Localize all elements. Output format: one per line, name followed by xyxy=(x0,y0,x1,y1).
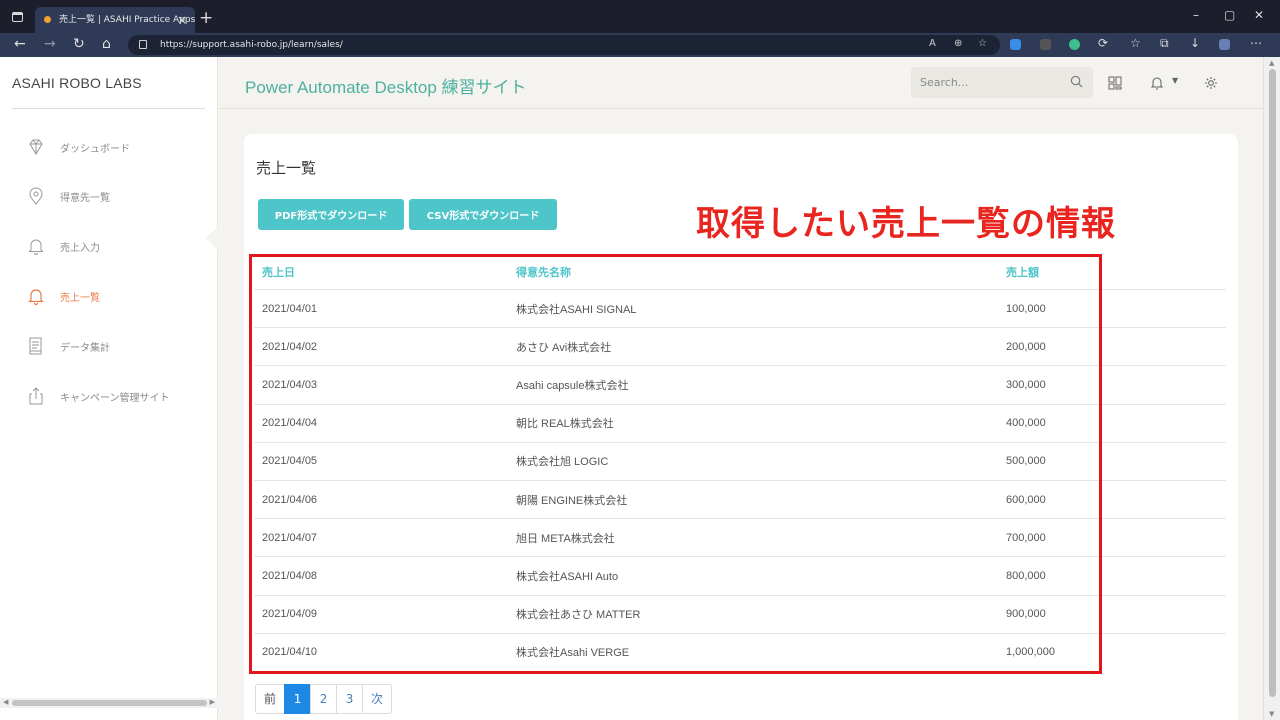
prev-page-button[interactable]: 前 xyxy=(255,684,286,714)
favorite-star-icon[interactable]: ☆ xyxy=(978,38,987,49)
address-bar: ← → ↻ ⌂ https://support.asahi-robo.jp/le… xyxy=(0,33,1280,57)
browser-tab[interactable]: 売上一覧 | ASAHI Practice Apps × xyxy=(35,7,195,33)
sidebar: ASAHI ROBO LABS ダッシュボード 得意先一覧 売上入力 売上一覧 … xyxy=(0,57,218,720)
extension-icon[interactable] xyxy=(1069,39,1080,50)
active-indicator xyxy=(206,225,219,251)
page-button[interactable]: 1 xyxy=(284,684,312,714)
scrollbar-thumb[interactable] xyxy=(12,700,207,706)
window-menu-icon[interactable] xyxy=(12,12,23,22)
refresh-icon[interactable]: ↻ xyxy=(73,36,85,52)
top-header: Power Automate Desktop 練習サイト ▼ xyxy=(219,57,1263,109)
favorites-icon[interactable]: ☆ xyxy=(1130,36,1141,50)
location-pin-icon xyxy=(29,187,43,205)
sidebar-item-label: データ集計 xyxy=(60,343,110,354)
close-window-button[interactable]: ✕ xyxy=(1254,8,1264,22)
annotation-text: 取得したい売上一覧の情報 xyxy=(696,204,1116,244)
scroll-up-icon[interactable]: ▲ xyxy=(1269,59,1274,67)
horizontal-scrollbar[interactable]: ◀ ▶ xyxy=(0,698,218,708)
scroll-down-icon[interactable]: ▼ xyxy=(1269,710,1274,718)
document-icon xyxy=(29,337,42,355)
collections-icon[interactable]: ⧉ xyxy=(1160,36,1169,51)
chevron-down-icon[interactable]: ▼ xyxy=(1172,76,1178,85)
page-button[interactable]: 3 xyxy=(336,684,364,714)
layout-grid-icon[interactable] xyxy=(1107,75,1123,91)
downloads-icon[interactable]: ↓ xyxy=(1190,36,1200,50)
extension-icon[interactable] xyxy=(1040,39,1051,50)
brand-logo[interactable]: ASAHI ROBO LABS xyxy=(12,75,142,91)
sidebar-item-dashboard[interactable]: ダッシュボード xyxy=(26,135,206,159)
sidebar-item-campaign[interactable]: キャンペーン管理サイト xyxy=(26,384,206,408)
diamond-icon xyxy=(29,139,43,155)
vertical-scrollbar[interactable]: ▲ ▼ xyxy=(1263,57,1280,720)
site-title: Power Automate Desktop 練習サイト xyxy=(245,78,527,97)
search-box xyxy=(911,67,1093,98)
lock-icon xyxy=(139,40,147,49)
sidebar-item-label: 得意先一覧 xyxy=(60,193,110,204)
bell-icon[interactable] xyxy=(1149,75,1165,91)
forward-icon[interactable]: → xyxy=(44,36,56,52)
url-text: https://support.asahi-robo.jp/learn/sale… xyxy=(160,40,343,50)
tab-title: 売上一覧 | ASAHI Practice Apps xyxy=(59,15,195,25)
back-icon[interactable]: ← xyxy=(14,36,26,52)
favicon-icon xyxy=(44,16,51,23)
zoom-icon[interactable]: ⊕ xyxy=(954,38,962,49)
sidebar-item-sales-list[interactable]: 売上一覧 xyxy=(26,284,206,308)
search-icon[interactable] xyxy=(1070,75,1083,88)
scroll-left-icon[interactable]: ◀ xyxy=(3,698,8,706)
scroll-right-icon[interactable]: ▶ xyxy=(210,698,215,706)
bell-icon xyxy=(28,289,44,306)
sidebar-item-label: キャンペーン管理サイト xyxy=(60,393,170,404)
page-title: 売上一覧 xyxy=(256,159,317,177)
sidebar-item-label: ダッシュボード xyxy=(60,144,130,155)
page-button[interactable]: 2 xyxy=(310,684,338,714)
bell-icon xyxy=(28,239,44,255)
next-page-button[interactable]: 次 xyxy=(362,684,393,714)
extension-icon[interactable] xyxy=(1010,39,1021,50)
sidebar-item-customers[interactable]: 得意先一覧 xyxy=(26,184,206,208)
sidebar-item-data-summary[interactable]: データ集計 xyxy=(26,334,206,358)
divider xyxy=(12,108,205,109)
browser-tab-bar: 売上一覧 | ASAHI Practice Apps × + – ▢ ✕ xyxy=(0,0,1280,33)
share-icon xyxy=(29,387,43,405)
sidebar-item-label: 売上一覧 xyxy=(60,293,100,304)
pagination: 前 1 2 3 次 xyxy=(255,684,393,714)
profile-icon[interactable] xyxy=(1219,39,1230,50)
search-input[interactable] xyxy=(911,67,1061,98)
read-aloud-icon[interactable]: A xyxy=(929,38,936,49)
extensions-puzzle-icon[interactable]: ⟳ xyxy=(1098,36,1108,50)
annotation-highlight-box xyxy=(249,254,1102,674)
maximize-button[interactable]: ▢ xyxy=(1224,8,1235,22)
csv-download-button[interactable]: CSV形式でダウンロード xyxy=(409,199,557,230)
gear-icon[interactable] xyxy=(1203,75,1219,91)
new-tab-button[interactable]: + xyxy=(199,8,213,28)
more-menu-icon[interactable]: ⋯ xyxy=(1250,36,1262,50)
url-field[interactable]: https://support.asahi-robo.jp/learn/sale… xyxy=(128,35,1000,55)
sidebar-item-label: 売上入力 xyxy=(60,243,100,254)
sidebar-item-sales-input[interactable]: 売上入力 xyxy=(26,234,206,258)
tab-close-icon[interactable]: × xyxy=(177,7,187,33)
pdf-download-button[interactable]: PDF形式でダウンロード xyxy=(258,199,404,230)
minimize-button[interactable]: – xyxy=(1193,8,1199,22)
home-icon[interactable]: ⌂ xyxy=(102,36,111,52)
scrollbar-thumb[interactable] xyxy=(1269,69,1276,697)
